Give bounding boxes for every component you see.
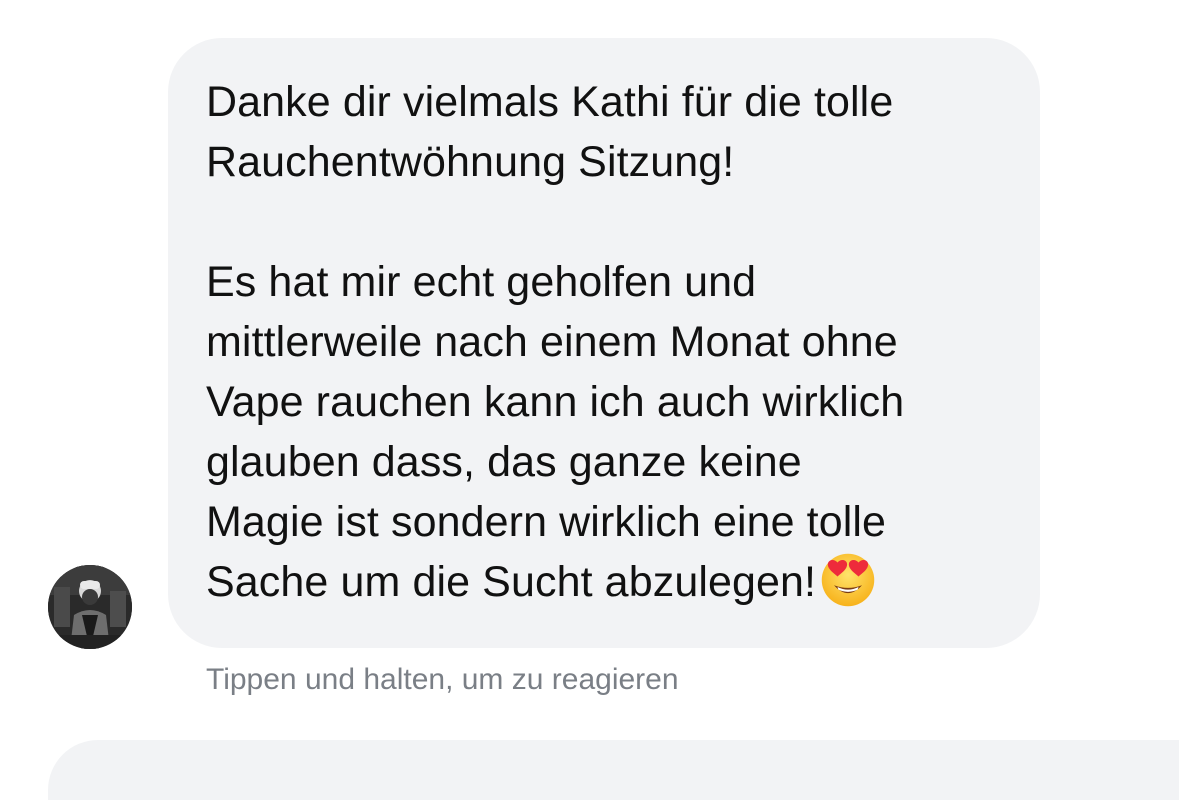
message-text: Danke dir vielmals Kathi für die tolle R… [206, 72, 1016, 612]
heart-eyes-emoji-icon [821, 553, 875, 607]
sender-avatar[interactable] [48, 565, 132, 649]
reaction-hint: Tippen und halten, um zu reagieren [206, 663, 679, 696]
message-body: Danke dir vielmals Kathi für die tolle R… [206, 78, 905, 606]
message-bubble[interactable]: Danke dir vielmals Kathi für die tolle R… [168, 38, 1040, 648]
next-message-bubble[interactable] [48, 740, 1179, 800]
avatar-photo [48, 565, 132, 649]
